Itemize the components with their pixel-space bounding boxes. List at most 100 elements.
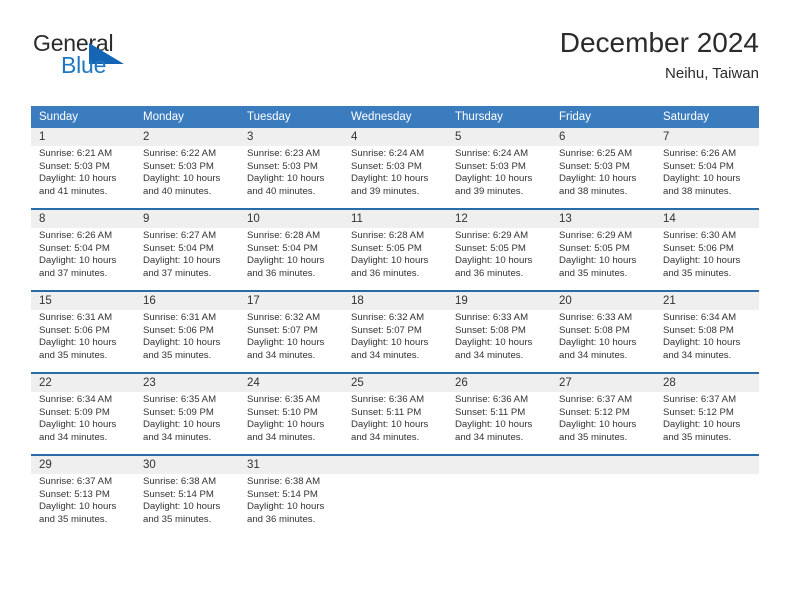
day-number[interactable]: 7: [655, 128, 759, 146]
day-number[interactable]: 6: [551, 128, 655, 146]
daylight-text-line2: and 39 minutes.: [351, 185, 420, 197]
day-cell[interactable]: Sunrise: 6:25 AM Sunset: 5:03 PM Dayligh…: [551, 146, 655, 208]
sunrise-text: Sunrise: 6:28 AM: [351, 230, 425, 241]
day-cell[interactable]: Sunrise: 6:34 AM Sunset: 5:08 PM Dayligh…: [655, 310, 759, 372]
day-cell[interactable]: Sunrise: 6:26 AM Sunset: 5:04 PM Dayligh…: [31, 228, 135, 290]
day-number[interactable]: 15: [31, 292, 135, 310]
day-number[interactable]: 12: [447, 210, 551, 228]
day-number[interactable]: 11: [343, 210, 447, 228]
day-cell[interactable]: Sunrise: 6:37 AM Sunset: 5:12 PM Dayligh…: [655, 392, 759, 454]
day-number[interactable]: 26: [447, 374, 551, 392]
day-cell[interactable]: Sunrise: 6:33 AM Sunset: 5:08 PM Dayligh…: [447, 310, 551, 372]
day-number[interactable]: 10: [239, 210, 343, 228]
weekday-header-saturday: Saturday: [663, 111, 710, 123]
day-cell[interactable]: Sunrise: 6:37 AM Sunset: 5:12 PM Dayligh…: [551, 392, 655, 454]
calendar-page: General Blue December 2024 Neihu, Taiwan…: [0, 0, 792, 612]
sunset-text: Sunset: 5:08 PM: [663, 324, 734, 336]
sunset-text: Sunset: 5:03 PM: [143, 160, 214, 172]
day-cell[interactable]: Sunrise: 6:38 AM Sunset: 5:14 PM Dayligh…: [135, 474, 239, 536]
day-cell[interactable]: Sunrise: 6:30 AM Sunset: 5:06 PM Dayligh…: [655, 228, 759, 290]
day-number[interactable]: 27: [551, 374, 655, 392]
sunset-text: Sunset: 5:10 PM: [247, 406, 318, 418]
day-cell[interactable]: Sunrise: 6:33 AM Sunset: 5:08 PM Dayligh…: [551, 310, 655, 372]
day-cell[interactable]: Sunrise: 6:34 AM Sunset: 5:09 PM Dayligh…: [31, 392, 135, 454]
day-cell[interactable]: Sunrise: 6:36 AM Sunset: 5:11 PM Dayligh…: [343, 392, 447, 454]
sunset-text: Sunset: 5:08 PM: [455, 324, 526, 336]
daylight-text-line2: and 35 minutes.: [143, 513, 212, 525]
day-cell[interactable]: Sunrise: 6:29 AM Sunset: 5:05 PM Dayligh…: [447, 228, 551, 290]
day-number[interactable]: 13: [551, 210, 655, 228]
day-cell[interactable]: Sunrise: 6:38 AM Sunset: 5:14 PM Dayligh…: [239, 474, 343, 536]
day-cell[interactable]: Sunrise: 6:35 AM Sunset: 5:10 PM Dayligh…: [239, 392, 343, 454]
daylight-text-line2: and 36 minutes.: [247, 267, 316, 279]
day-cell[interactable]: Sunrise: 6:37 AM Sunset: 5:13 PM Dayligh…: [31, 474, 135, 536]
day-number[interactable]: 3: [239, 128, 343, 146]
day-number[interactable]: 5: [447, 128, 551, 146]
sunrise-text: Sunrise: 6:32 AM: [351, 312, 425, 323]
day-number[interactable]: 20: [551, 292, 655, 310]
day-cell-empty: [655, 474, 759, 536]
week-1-info-row: Sunrise: 6:21 AM Sunset: 5:03 PM Dayligh…: [31, 146, 759, 208]
day-cell[interactable]: Sunrise: 6:21 AM Sunset: 5:03 PM Dayligh…: [31, 146, 135, 208]
sunrise-text: Sunrise: 6:34 AM: [663, 312, 737, 323]
day-cell[interactable]: Sunrise: 6:32 AM Sunset: 5:07 PM Dayligh…: [239, 310, 343, 372]
daylight-text-line2: and 35 minutes.: [143, 349, 212, 361]
day-number[interactable]: 29: [31, 456, 135, 474]
daylight-text-line1: Daylight: 10 hours: [143, 173, 221, 185]
daylight-text-line1: Daylight: 10 hours: [559, 173, 637, 185]
day-number[interactable]: 19: [447, 292, 551, 310]
day-number[interactable]: 4: [343, 128, 447, 146]
day-number-empty: [551, 456, 655, 474]
day-cell[interactable]: Sunrise: 6:31 AM Sunset: 5:06 PM Dayligh…: [135, 310, 239, 372]
daylight-text-line1: Daylight: 10 hours: [455, 419, 533, 431]
sunset-text: Sunset: 5:07 PM: [351, 324, 422, 336]
daylight-text-line2: and 34 minutes.: [247, 431, 316, 443]
general-blue-logo[interactable]: General Blue: [31, 30, 231, 86]
day-number[interactable]: 14: [655, 210, 759, 228]
day-number[interactable]: 21: [655, 292, 759, 310]
day-cell[interactable]: Sunrise: 6:28 AM Sunset: 5:04 PM Dayligh…: [239, 228, 343, 290]
daylight-text-line2: and 38 minutes.: [559, 185, 628, 197]
sunset-text: Sunset: 5:03 PM: [351, 160, 422, 172]
day-cell[interactable]: Sunrise: 6:28 AM Sunset: 5:05 PM Dayligh…: [343, 228, 447, 290]
day-number[interactable]: 17: [239, 292, 343, 310]
day-cell[interactable]: Sunrise: 6:24 AM Sunset: 5:03 PM Dayligh…: [447, 146, 551, 208]
day-number[interactable]: 28: [655, 374, 759, 392]
daylight-text-line2: and 41 minutes.: [39, 185, 108, 197]
day-cell[interactable]: Sunrise: 6:29 AM Sunset: 5:05 PM Dayligh…: [551, 228, 655, 290]
day-number[interactable]: 18: [343, 292, 447, 310]
week-3-daynum-row: 15 16 17 18 19 20 21: [31, 292, 759, 310]
daylight-text-line2: and 34 minutes.: [247, 349, 316, 361]
day-number[interactable]: 30: [135, 456, 239, 474]
day-number[interactable]: 1: [31, 128, 135, 146]
day-number[interactable]: 25: [343, 374, 447, 392]
daylight-text-line2: and 34 minutes.: [559, 349, 628, 361]
day-cell[interactable]: Sunrise: 6:26 AM Sunset: 5:04 PM Dayligh…: [655, 146, 759, 208]
day-cell[interactable]: Sunrise: 6:36 AM Sunset: 5:11 PM Dayligh…: [447, 392, 551, 454]
week-4-daynum-row: 22 23 24 25 26 27 28: [31, 374, 759, 392]
day-number[interactable]: 31: [239, 456, 343, 474]
day-cell[interactable]: Sunrise: 6:31 AM Sunset: 5:06 PM Dayligh…: [31, 310, 135, 372]
day-cell[interactable]: Sunrise: 6:24 AM Sunset: 5:03 PM Dayligh…: [343, 146, 447, 208]
sunrise-text: Sunrise: 6:34 AM: [39, 394, 113, 405]
day-number[interactable]: 23: [135, 374, 239, 392]
day-cell[interactable]: Sunrise: 6:23 AM Sunset: 5:03 PM Dayligh…: [239, 146, 343, 208]
day-number[interactable]: 9: [135, 210, 239, 228]
day-cell[interactable]: Sunrise: 6:22 AM Sunset: 5:03 PM Dayligh…: [135, 146, 239, 208]
day-number[interactable]: 24: [239, 374, 343, 392]
day-cell[interactable]: Sunrise: 6:32 AM Sunset: 5:07 PM Dayligh…: [343, 310, 447, 372]
sunset-text: Sunset: 5:06 PM: [143, 324, 214, 336]
day-number[interactable]: 22: [31, 374, 135, 392]
day-cell[interactable]: Sunrise: 6:35 AM Sunset: 5:09 PM Dayligh…: [135, 392, 239, 454]
daylight-text-line1: Daylight: 10 hours: [247, 501, 325, 513]
day-number[interactable]: 16: [135, 292, 239, 310]
week-2-info-row: Sunrise: 6:26 AM Sunset: 5:04 PM Dayligh…: [31, 228, 759, 290]
daylight-text-line2: and 40 minutes.: [143, 185, 212, 197]
daylight-text-line1: Daylight: 10 hours: [351, 173, 429, 185]
daylight-text-line1: Daylight: 10 hours: [143, 419, 221, 431]
day-number[interactable]: 2: [135, 128, 239, 146]
sunrise-text: Sunrise: 6:25 AM: [559, 148, 633, 159]
day-cell[interactable]: Sunrise: 6:27 AM Sunset: 5:04 PM Dayligh…: [135, 228, 239, 290]
day-number[interactable]: 8: [31, 210, 135, 228]
daylight-text-line1: Daylight: 10 hours: [247, 255, 325, 267]
